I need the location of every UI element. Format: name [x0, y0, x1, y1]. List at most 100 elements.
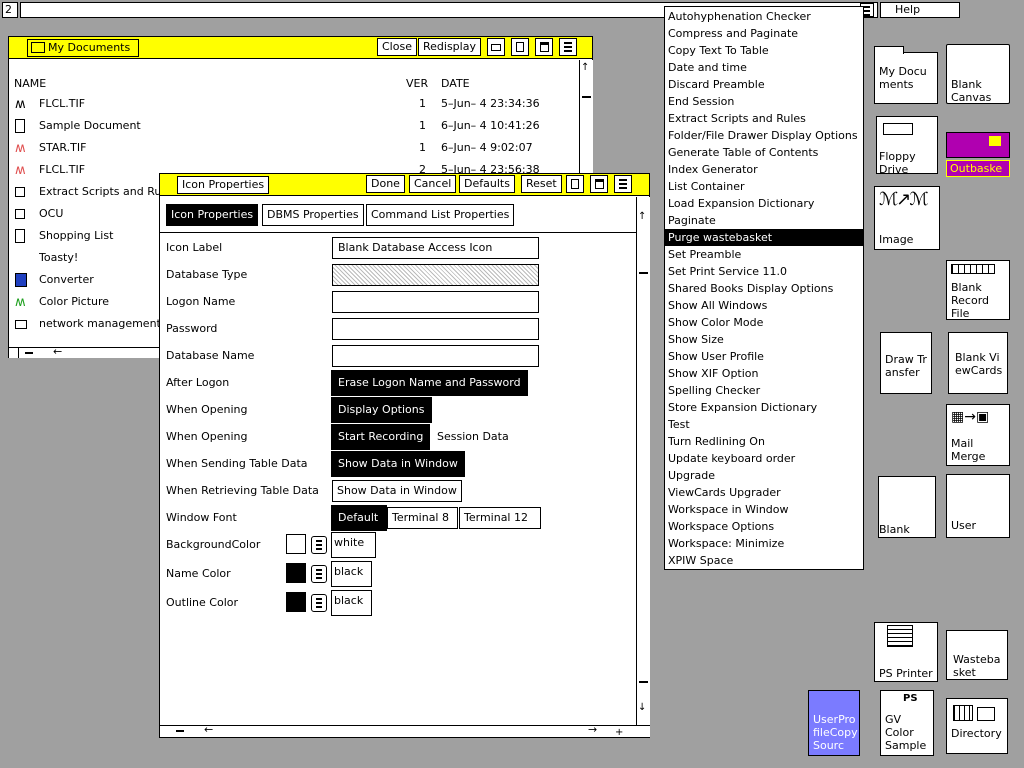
menu-item[interactable]: End Session: [665, 93, 863, 110]
directory-desktop-icon[interactable]: Directory: [946, 698, 1008, 754]
menu-item[interactable]: Date and time: [665, 59, 863, 76]
properties-vertical-scrollbar[interactable]: ↑ ↓: [636, 197, 650, 725]
image-desktop-icon[interactable]: ℳ↗ℳ Image: [874, 186, 940, 250]
name-color-swatch[interactable]: [286, 563, 306, 583]
menu-item[interactable]: Workspace Options: [665, 518, 863, 535]
blank-viewcards-desktop-icon[interactable]: Blank ViewCards: [948, 332, 1008, 394]
blank-folder-desktop-icon[interactable]: Blank: [878, 476, 936, 538]
gv-color-sample-desktop-icon[interactable]: PS GV Color Sample: [880, 690, 934, 756]
scroll-up-icon[interactable]: ↑: [581, 62, 589, 74]
menu-item[interactable]: Folder/File Drawer Display Options: [665, 127, 863, 144]
done-button[interactable]: Done: [366, 175, 405, 193]
column-header-date[interactable]: DATE: [441, 77, 470, 90]
menu-item[interactable]: Compress and Paginate: [665, 25, 863, 42]
menu-item[interactable]: Copy Text To Table: [665, 42, 863, 59]
icon-properties-window[interactable]: Icon Properties Done Cancel Defaults Res…: [159, 173, 650, 738]
menu-item[interactable]: Workspace: Minimize: [665, 535, 863, 552]
menu-item[interactable]: Show All Windows: [665, 297, 863, 314]
user-desktop-icon[interactable]: User: [946, 474, 1010, 538]
database-name-field[interactable]: [332, 345, 539, 367]
scroll-down-icon[interactable]: ↓: [638, 702, 646, 713]
start-recording-toggle[interactable]: Start Recording: [330, 424, 431, 450]
menu-item[interactable]: List Container: [665, 178, 863, 195]
my-documents-desktop-icon[interactable]: My Documents: [874, 46, 938, 104]
scroll-plus-h-icon[interactable]: +: [615, 727, 623, 738]
scroll-plus-icon[interactable]: [639, 681, 648, 683]
document-icon[interactable]: [566, 175, 584, 193]
scroll-up-icon[interactable]: ↑: [638, 211, 646, 222]
show-data-retrieving-toggle[interactable]: Show Data in Window: [332, 480, 462, 502]
commands-menu[interactable]: Autohyphenation Checker Compress and Pagi…: [664, 6, 864, 570]
tab-icon-properties[interactable]: Icon Properties: [166, 204, 259, 226]
folder-nav-icon[interactable]: [487, 38, 505, 56]
table-row[interactable]: FLCL.TIF 1 5–Jun– 4 23:34:36: [9, 97, 578, 113]
name-color-menu-icon[interactable]: [311, 565, 327, 583]
password-field[interactable]: [332, 318, 539, 340]
menu-item[interactable]: Workspace in Window: [665, 501, 863, 518]
menu-item[interactable]: Discard Preamble: [665, 76, 863, 93]
tab-command-list-properties[interactable]: Command List Properties: [366, 204, 515, 226]
erase-logon-toggle[interactable]: Erase Logon Name and Password: [331, 370, 528, 396]
menu-item[interactable]: Paginate: [665, 212, 863, 229]
menu-item[interactable]: Index Generator: [665, 161, 863, 178]
help-button[interactable]: Help: [880, 2, 960, 18]
scroll-minus-icon[interactable]: [582, 96, 591, 98]
background-color-field[interactable]: white: [331, 532, 376, 558]
menu-item[interactable]: Show Color Mode: [665, 314, 863, 331]
outbasket-tray-icon[interactable]: [946, 132, 1010, 158]
properties-horizontal-scrollbar[interactable]: ← → +: [160, 723, 650, 738]
scroll-left-icon[interactable]: ←: [53, 345, 62, 358]
outline-color-menu-icon[interactable]: [311, 594, 327, 612]
menu-item[interactable]: Turn Redlining On: [665, 433, 863, 450]
font-terminal8-option[interactable]: Terminal 8: [387, 507, 458, 529]
scroll-minus-h-icon[interactable]: [25, 352, 33, 354]
menu-item[interactable]: Show XIF Option: [665, 365, 863, 382]
menu-item[interactable]: Update keyboard order: [665, 450, 863, 467]
menu-item[interactable]: Show Size: [665, 331, 863, 348]
mail-merge-desktop-icon[interactable]: ▦→▣ Mail Merge: [946, 404, 1010, 466]
menu-item[interactable]: XPIW Space: [665, 552, 863, 569]
menu-item[interactable]: Generate Table of Contents: [665, 144, 863, 161]
draw-transfer-desktop-icon[interactable]: Draw Transfer: [880, 332, 932, 394]
scroll-minus-h-icon[interactable]: [176, 730, 184, 732]
redisplay-button[interactable]: Redisplay: [418, 38, 481, 56]
paste-icon[interactable]: [535, 38, 553, 56]
document-icon[interactable]: [511, 38, 529, 56]
menu-item[interactable]: ViewCards Upgrader: [665, 484, 863, 501]
background-color-swatch[interactable]: [286, 534, 306, 554]
reset-button[interactable]: Reset: [521, 175, 562, 193]
menu-item[interactable]: Shared Books Display Options: [665, 280, 863, 297]
menu-item[interactable]: Extract Scripts and Rules: [665, 110, 863, 127]
window-menu-icon[interactable]: [559, 38, 577, 56]
outbasket-icon-label[interactable]: Outbaske: [946, 160, 1010, 177]
font-terminal12-option[interactable]: Terminal 12: [459, 507, 541, 529]
floppy-drive-desktop-icon[interactable]: Floppy Drive: [876, 116, 938, 176]
font-default-option[interactable]: Default: [331, 505, 387, 531]
window-menu-icon[interactable]: [614, 175, 632, 193]
outline-color-field[interactable]: black: [331, 590, 372, 616]
menu-item[interactable]: Set Print Service 11.0: [665, 263, 863, 280]
blank-record-file-desktop-icon[interactable]: Blank Record File: [946, 260, 1010, 320]
menu-item[interactable]: Purge wastebasket: [665, 229, 863, 246]
display-options-toggle[interactable]: Display Options: [331, 397, 432, 423]
userprofile-desktop-icon[interactable]: UserProfileCopySourc: [808, 690, 860, 756]
scroll-right-icon[interactable]: →: [588, 723, 597, 736]
wastebasket-desktop-icon[interactable]: Wastebasket: [946, 630, 1008, 680]
cancel-button[interactable]: Cancel: [409, 175, 457, 193]
column-header-ver[interactable]: VER: [406, 77, 428, 90]
menu-item[interactable]: Store Expansion Dictionary: [665, 399, 863, 416]
menu-item[interactable]: Spelling Checker: [665, 382, 863, 399]
my-documents-titlebar[interactable]: My Documents Close Redisplay: [9, 37, 592, 59]
background-color-menu-icon[interactable]: [311, 536, 327, 554]
close-button[interactable]: Close: [377, 38, 417, 56]
menu-item[interactable]: Set Preamble: [665, 246, 863, 263]
menu-item[interactable]: Show User Profile: [665, 348, 863, 365]
scroll-minus-icon[interactable]: [639, 272, 648, 274]
table-row[interactable]: STAR.TIF 1 6–Jun– 4 9:02:07: [9, 141, 578, 157]
menu-item[interactable]: Autohyphenation Checker: [665, 8, 863, 25]
logon-name-field[interactable]: [332, 291, 539, 313]
defaults-button[interactable]: Defaults: [459, 175, 515, 193]
name-color-field[interactable]: black: [331, 561, 372, 587]
show-data-sending-toggle[interactable]: Show Data in Window: [331, 451, 465, 477]
column-header-name[interactable]: NAME: [14, 77, 46, 90]
